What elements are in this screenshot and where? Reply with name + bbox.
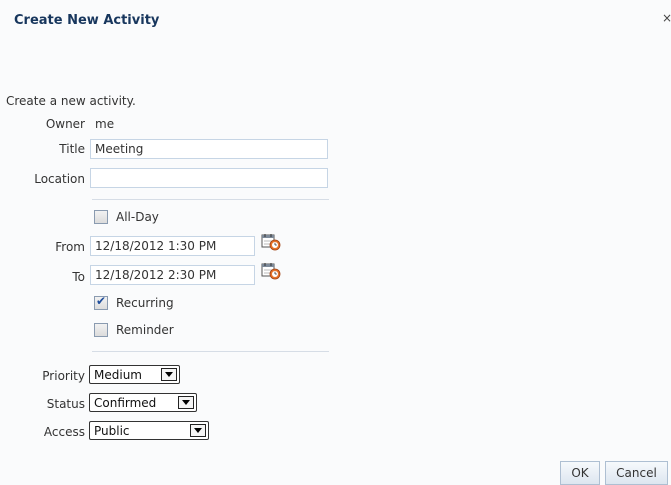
to-label: To bbox=[72, 270, 85, 284]
title-input[interactable] bbox=[90, 139, 328, 159]
title-label: Title bbox=[59, 142, 85, 156]
priority-selected-value: Medium bbox=[94, 368, 142, 382]
checkmark-icon: ✔ bbox=[96, 294, 107, 308]
close-icon[interactable]: × bbox=[662, 11, 671, 25]
status-select[interactable]: Confirmed bbox=[89, 393, 197, 412]
from-datetime-input[interactable] bbox=[90, 236, 255, 256]
access-selected-value: Public bbox=[94, 424, 130, 438]
dialog-title: Create New Activity bbox=[14, 13, 160, 28]
status-selected-value: Confirmed bbox=[94, 396, 157, 410]
status-label: Status bbox=[46, 397, 85, 411]
owner-label: Owner bbox=[45, 117, 85, 131]
priority-select[interactable]: Medium bbox=[89, 365, 180, 384]
chevron-down-icon[interactable] bbox=[190, 424, 206, 437]
location-input[interactable] bbox=[90, 168, 328, 188]
cancel-button[interactable]: Cancel bbox=[605, 461, 668, 485]
allday-checkbox[interactable] bbox=[94, 210, 108, 224]
reminder-label: Reminder bbox=[116, 323, 174, 337]
create-activity-dialog: Create New Activity × Create a new activ… bbox=[0, 0, 671, 485]
owner-value: me bbox=[95, 117, 115, 131]
priority-label: Priority bbox=[42, 369, 85, 383]
reminder-checkbox[interactable] bbox=[94, 323, 108, 337]
location-label: Location bbox=[34, 172, 85, 186]
intro-text: Create a new activity. bbox=[6, 94, 136, 108]
separator bbox=[92, 351, 329, 352]
calendar-clock-icon[interactable] bbox=[261, 233, 281, 251]
recurring-label: Recurring bbox=[116, 296, 174, 310]
from-label: From bbox=[55, 240, 85, 254]
calendar-clock-icon[interactable] bbox=[261, 262, 281, 280]
ok-button[interactable]: OK bbox=[560, 461, 600, 485]
access-select[interactable]: Public bbox=[89, 421, 209, 440]
chevron-down-icon[interactable] bbox=[178, 396, 194, 409]
chevron-down-icon[interactable] bbox=[161, 368, 177, 381]
allday-label: All-Day bbox=[116, 210, 159, 224]
to-datetime-input[interactable] bbox=[90, 265, 255, 285]
separator bbox=[92, 199, 329, 200]
recurring-checkbox[interactable]: ✔ bbox=[94, 294, 108, 310]
access-label: Access bbox=[43, 425, 85, 439]
